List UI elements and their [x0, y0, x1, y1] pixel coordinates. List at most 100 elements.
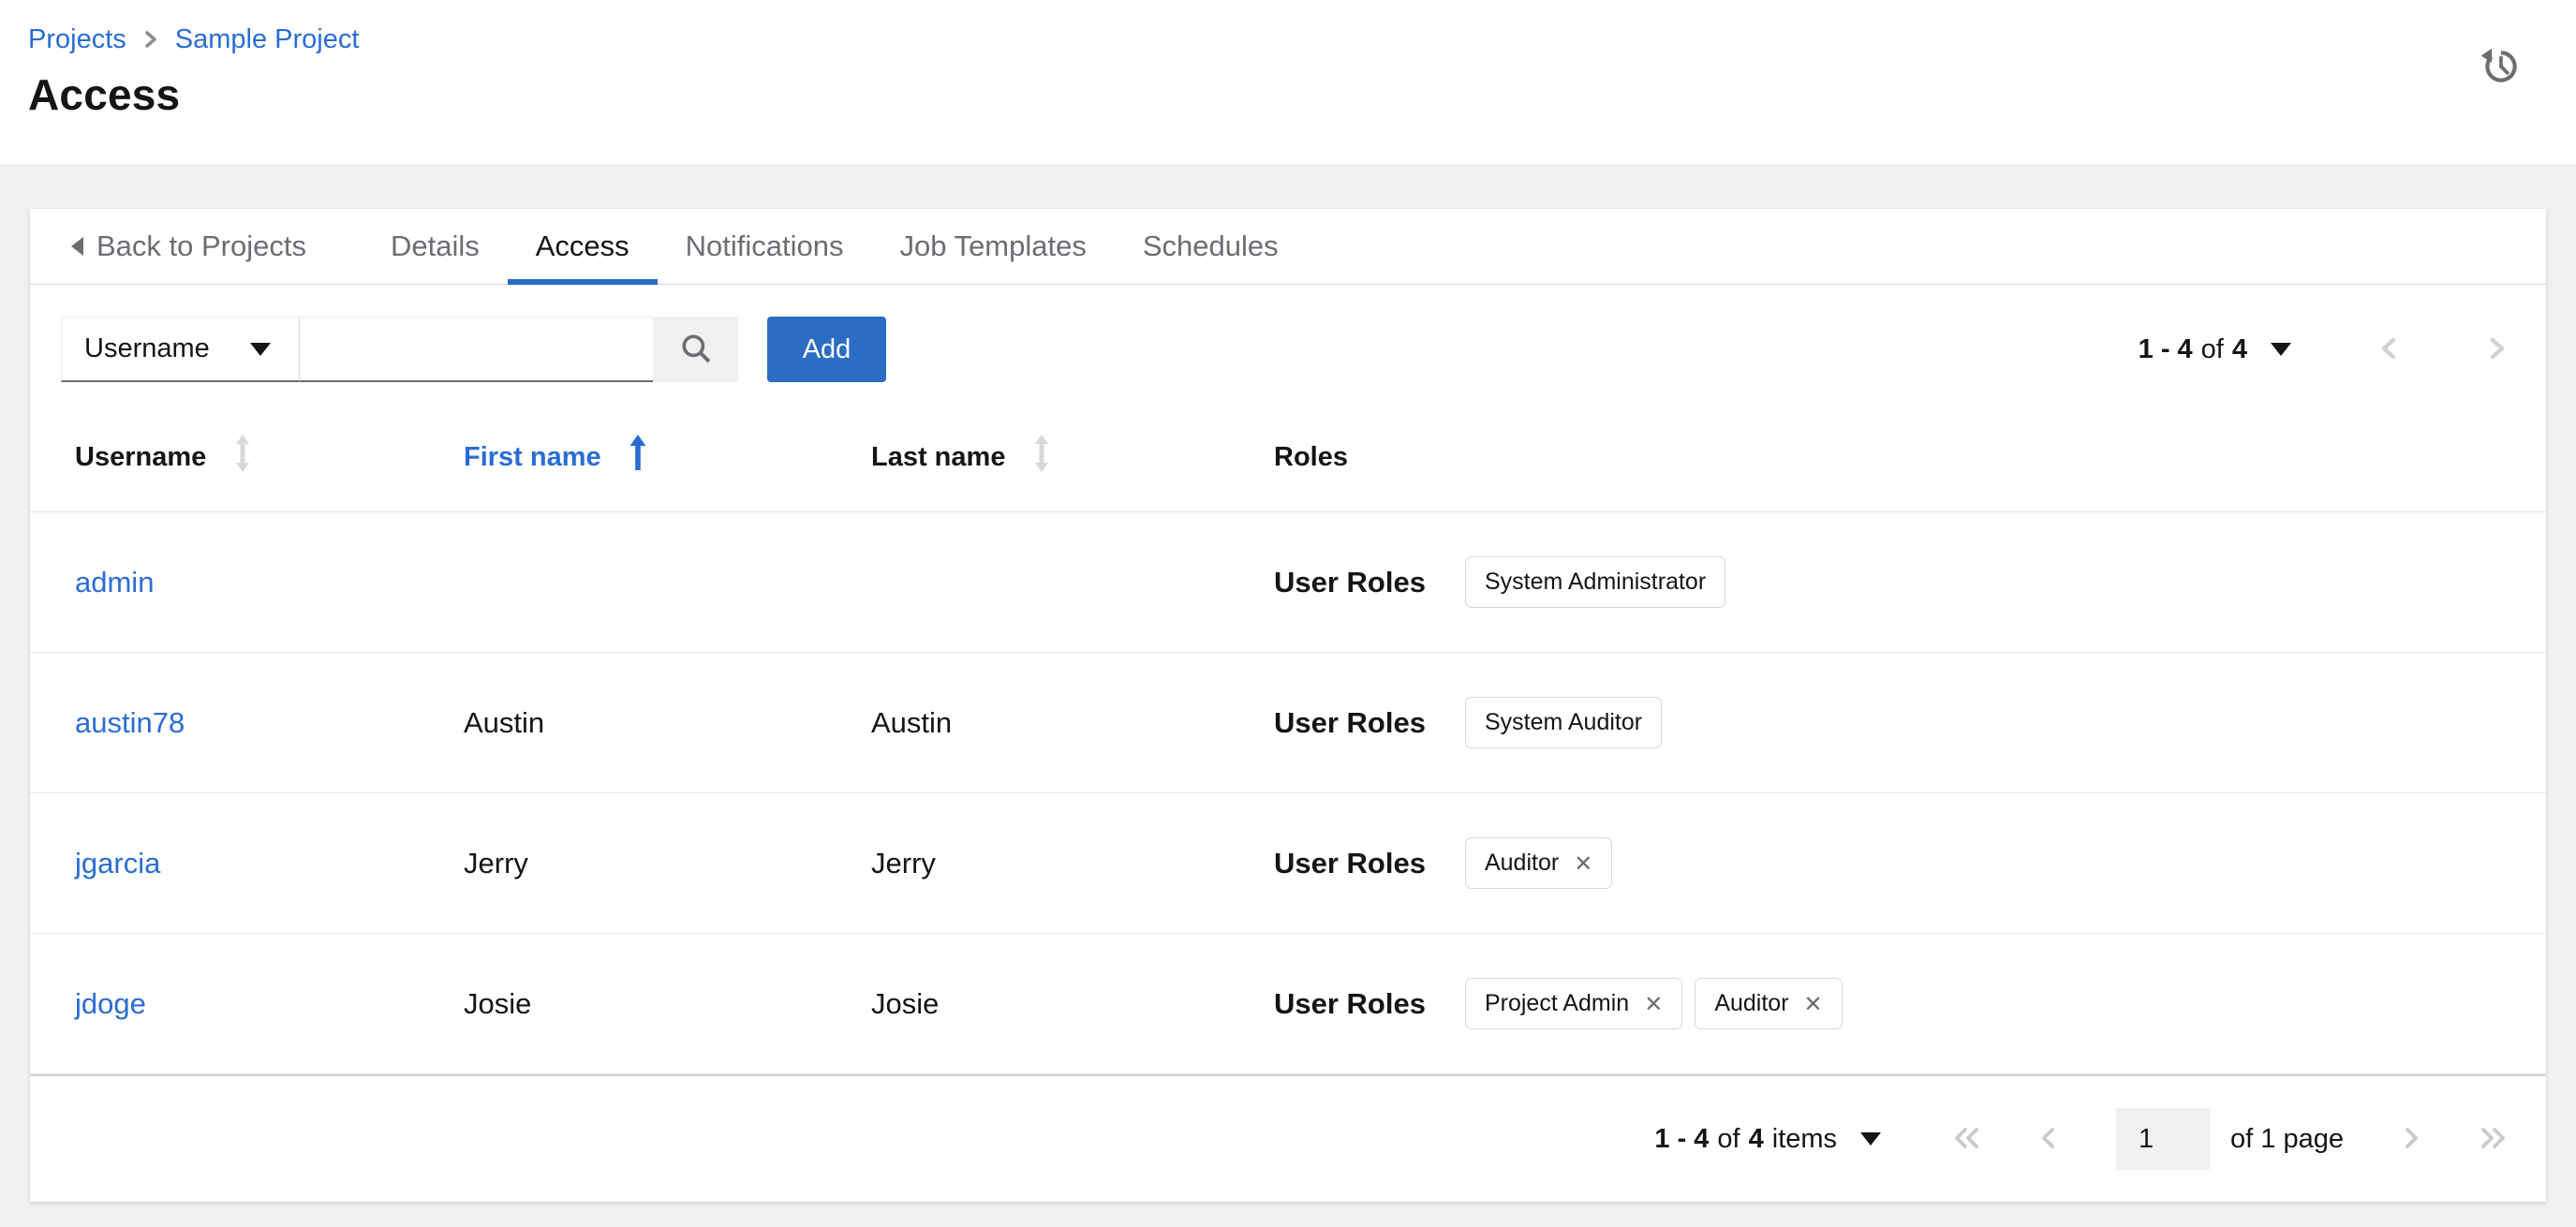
role-chip: Auditor ✕: [1464, 837, 1613, 889]
breadcrumb-link-projects[interactable]: Projects: [28, 24, 126, 54]
tab-label: Back to Projects: [96, 229, 306, 262]
sort-ascending-icon: [628, 433, 648, 481]
user-roles-label: User Roles: [1274, 986, 1426, 1020]
pagination-first-page-button[interactable]: [1951, 1123, 1983, 1156]
cell-username: jdoge: [30, 987, 419, 1021]
toolbar: Username Add 1 - 4 of 4: [30, 285, 2546, 403]
tab-job-templates[interactable]: Job Templates: [872, 209, 1115, 284]
tab-details[interactable]: Details: [363, 209, 508, 284]
remove-role-icon[interactable]: ✕: [1644, 993, 1663, 1015]
cell-roles: User Roles Project Admin ✕ Auditor ✕: [1229, 978, 2546, 1029]
tab-bar: Back to Projects Details Access Notifica…: [30, 209, 2546, 285]
role-chip: Auditor ✕: [1695, 978, 1843, 1029]
chevron-right-icon: [141, 28, 160, 51]
user-roles-label: User Roles: [1274, 565, 1426, 599]
cell-last-name: Austin: [871, 705, 953, 739]
pagination-of: of: [2200, 333, 2224, 364]
cell-username: admin: [30, 566, 419, 599]
user-link[interactable]: admin: [75, 566, 154, 599]
tab-label: Details: [390, 229, 480, 262]
tab-label: Job Templates: [899, 229, 1087, 262]
column-header-roles: Roles: [1229, 442, 2546, 473]
pagination-of: of: [1717, 1123, 1740, 1154]
user-link[interactable]: jgarcia: [75, 847, 160, 880]
breadcrumb-link-sample-project[interactable]: Sample Project: [175, 24, 360, 54]
user-link[interactable]: austin78: [75, 706, 185, 739]
pagination-last-page-button[interactable]: [2477, 1123, 2509, 1156]
pagination-next-page-button[interactable]: [2402, 1123, 2422, 1156]
pagination-bottom-menu[interactable]: 1 - 4 of 4 items: [1654, 1123, 1882, 1155]
role-chips: Project Admin ✕ Auditor ✕: [1464, 978, 1843, 1029]
tab-label: Schedules: [1142, 229, 1279, 262]
search-input[interactable]: [300, 317, 653, 382]
cell-first-name: Jerry: [464, 846, 528, 880]
role-chip-label: Auditor: [1484, 850, 1560, 876]
role-chip-label: System Auditor: [1484, 709, 1643, 735]
add-button[interactable]: Add: [767, 317, 886, 382]
pagination-next-button[interactable]: [2486, 333, 2509, 366]
chevron-left-icon: [2377, 333, 2400, 366]
user-link[interactable]: jdoge: [75, 987, 146, 1020]
pagination-prev-button[interactable]: [2377, 333, 2400, 366]
search-submit-button[interactable]: [653, 317, 738, 382]
chevron-right-icon: [2402, 1123, 2422, 1156]
column-header-username[interactable]: Username: [30, 433, 419, 481]
role-chip-label: Auditor: [1714, 990, 1789, 1016]
cell-username: austin78: [30, 706, 419, 740]
page-header: Projects Sample Project Access: [0, 0, 2576, 164]
table-row: jgarcia Jerry Jerry User Roles Auditor ✕: [30, 793, 2546, 934]
cell-username: jgarcia: [30, 847, 419, 880]
table-row: admin User Roles System Administrator: [30, 512, 2546, 653]
user-roles-label: User Roles: [1274, 705, 1426, 739]
search-key-select-value: Username: [84, 333, 210, 363]
pagination-prev-page-button[interactable]: [2037, 1123, 2058, 1156]
pagination-range: 1 - 4: [2138, 333, 2193, 364]
pagination-top: 1 - 4 of 4: [2139, 333, 2509, 366]
user-roles-label: User Roles: [1274, 846, 1426, 880]
pagination-range: 1 - 4: [1654, 1123, 1710, 1154]
cell-first-name: Josie: [464, 986, 532, 1020]
activity-history-button[interactable]: [2477, 43, 2525, 92]
role-chip: System Auditor: [1464, 697, 1663, 748]
role-chip: System Administrator: [1464, 556, 1726, 608]
cell-roles: User Roles Auditor ✕: [1229, 837, 2546, 889]
caret-down-icon: [1860, 1132, 1882, 1146]
table-row: austin78 Austin Austin User Roles System…: [30, 653, 2546, 793]
cell-last-name: Josie: [871, 986, 940, 1020]
cell-last-name: Jerry: [871, 846, 936, 880]
tab-schedules[interactable]: Schedules: [1115, 209, 1307, 284]
sort-both-icon: [1031, 433, 1052, 481]
double-chevron-right-icon: [2477, 1123, 2509, 1156]
caret-left-icon: [71, 237, 83, 256]
breadcrumb: Projects Sample Project: [28, 24, 2527, 54]
pagination-total: 4: [1748, 1123, 1764, 1154]
tab-label: Access: [535, 229, 629, 262]
double-chevron-left-icon: [1951, 1123, 1983, 1156]
column-label: Roles: [1274, 441, 1348, 472]
role-chip-label: Project Admin: [1484, 990, 1630, 1016]
history-icon: [2479, 48, 2524, 92]
current-page-input[interactable]: [2116, 1108, 2211, 1170]
table-row: jdoge Josie Josie User Roles Project Adm…: [30, 934, 2546, 1074]
sort-both-icon: [232, 433, 253, 481]
tab-access[interactable]: Access: [507, 209, 658, 285]
role-chip-label: System Administrator: [1484, 569, 1707, 595]
tab-label: Notifications: [685, 229, 844, 262]
remove-role-icon[interactable]: ✕: [1574, 852, 1592, 875]
page-count-label: of 1 page: [2230, 1123, 2344, 1154]
column-label: Last name: [871, 441, 1006, 472]
cell-first-name: Austin: [464, 705, 545, 739]
tab-back-to-projects[interactable]: Back to Projects: [69, 209, 334, 284]
column-header-first-name[interactable]: First name: [419, 433, 826, 481]
cell-roles: User Roles System Auditor: [1229, 697, 2546, 748]
remove-role-icon[interactable]: ✕: [1804, 993, 1823, 1015]
search-key-select[interactable]: Username: [61, 317, 300, 382]
column-header-last-name[interactable]: Last name: [826, 433, 1229, 481]
column-label: First name: [464, 441, 601, 472]
pagination-top-menu[interactable]: 1 - 4 of 4: [2139, 334, 2291, 365]
caret-down-icon: [2271, 343, 2291, 356]
access-card: Back to Projects Details Access Notifica…: [30, 209, 2546, 1202]
role-chips: Auditor ✕: [1464, 837, 1613, 889]
tab-notifications[interactable]: Notifications: [658, 209, 872, 284]
pagination-items-word: items: [1771, 1123, 1838, 1154]
